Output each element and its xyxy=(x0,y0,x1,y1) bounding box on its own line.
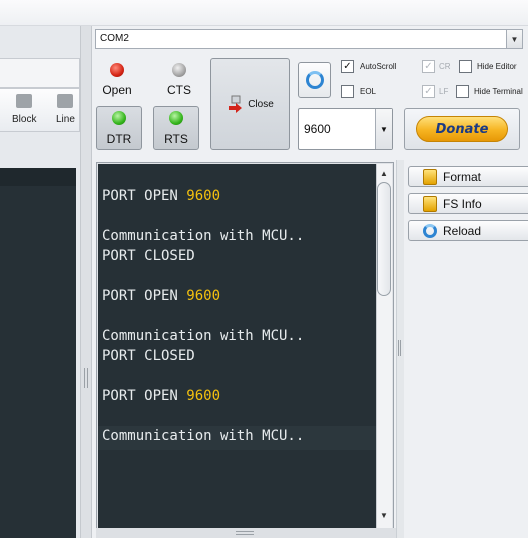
scroll-up-icon[interactable]: ▲ xyxy=(376,165,392,181)
serial-terminal[interactable]: PORT OPEN 9600 Communication with MCU.. PO… xyxy=(98,164,376,528)
terminal-line: PORT OPEN 9600 xyxy=(102,286,220,306)
baud-chevron-down-icon[interactable]: ▼ xyxy=(375,109,392,149)
baud-select[interactable]: 9600 ▼ xyxy=(298,108,393,150)
chevron-down-icon[interactable]: ▼ xyxy=(506,30,522,48)
scroll-down-icon[interactable]: ▼ xyxy=(376,507,392,523)
fs-info-label: FS Info xyxy=(443,196,482,211)
port-select-value: COM2 xyxy=(100,33,129,44)
lf-checkbox[interactable]: ✓ xyxy=(422,85,435,98)
format-label: Format xyxy=(443,169,482,184)
terminal-line: PORT CLOSED xyxy=(102,346,195,366)
rts-button[interactable]: RTS xyxy=(153,106,199,150)
terminal-baud-value: 9600 xyxy=(186,288,221,304)
pane-splitter[interactable] xyxy=(80,26,92,538)
bottom-splitter-grip-icon xyxy=(236,531,254,535)
lf-label: LF xyxy=(439,87,449,96)
terminal-scroll-thumb[interactable] xyxy=(377,182,391,296)
terminal-line-text: Communication with MCU.. xyxy=(102,428,305,444)
close-port-label: Close xyxy=(248,98,274,110)
rts-led-icon xyxy=(169,111,183,125)
format-button[interactable]: Format xyxy=(408,166,528,187)
terminal-line-text: PORT OPEN xyxy=(102,188,187,204)
block-button[interactable]: Block xyxy=(12,94,36,125)
eol-checkbox[interactable] xyxy=(341,85,354,98)
reload-button[interactable]: Reload xyxy=(408,220,528,241)
hide-terminal-checkbox[interactable] xyxy=(456,85,469,98)
autoscroll-checkbox[interactable]: ✓ xyxy=(341,60,354,73)
refresh-ports-button[interactable] xyxy=(298,62,331,98)
dtr-label: DTR xyxy=(106,132,132,146)
autoscroll-label: AutoScroll xyxy=(360,62,397,71)
format-icon xyxy=(423,168,437,185)
rts-label: RTS xyxy=(164,132,188,146)
cr-checkbox[interactable]: ✓ xyxy=(422,60,435,73)
line-button[interactable]: Line xyxy=(56,94,75,125)
block-button-label: Block xyxy=(12,114,37,125)
port-select[interactable]: COM2 ▼ xyxy=(95,29,523,49)
dtr-button[interactable]: DTR xyxy=(96,106,142,150)
editor-toolbar: Block Line xyxy=(0,88,80,132)
terminal-line: Communication with MCU.. xyxy=(102,326,304,346)
close-port-button[interactable]: Close xyxy=(210,58,290,150)
block-icon xyxy=(16,94,33,108)
terminal-line-text: PORT OPEN xyxy=(102,388,187,404)
code-editor[interactable] xyxy=(0,168,76,538)
cts-led-icon xyxy=(172,63,186,77)
right-splitter-grip-icon xyxy=(398,340,401,356)
editor-tab-strip xyxy=(0,58,80,88)
line-icon xyxy=(57,94,74,108)
hide-terminal-label: Hide Terminal xyxy=(474,87,523,96)
title-strip xyxy=(0,0,528,26)
terminal-line-text: PORT CLOSED xyxy=(102,348,195,364)
terminal-line-text: PORT OPEN xyxy=(102,288,187,304)
hide-editor-label: Hide Editor xyxy=(477,62,517,71)
terminal-line: PORT OPEN 9600 xyxy=(102,186,220,206)
terminal-line: Communication with MCU.. xyxy=(102,226,304,246)
terminal-line-text: PORT CLOSED xyxy=(102,248,195,264)
refresh-icon xyxy=(305,71,324,89)
hide-editor-checkbox[interactable] xyxy=(459,60,472,73)
eol-label: EOL xyxy=(360,87,377,96)
terminal-line: Communication with MCU.. xyxy=(102,426,304,446)
cts-label: CTS xyxy=(167,83,191,97)
line-button-label: Line xyxy=(56,114,75,125)
fs-info-icon xyxy=(423,195,437,212)
code-editor-gutter xyxy=(0,168,76,186)
open-led-icon xyxy=(110,63,124,77)
donate-button[interactable]: Donate xyxy=(404,108,520,150)
cr-label: CR xyxy=(439,62,451,71)
dtr-led-icon xyxy=(112,111,126,125)
fs-info-button[interactable]: FS Info xyxy=(408,193,528,214)
terminal-line: PORT CLOSED xyxy=(102,246,195,266)
terminal-line: PORT OPEN 9600 xyxy=(102,386,220,406)
plug-icon xyxy=(229,95,243,113)
terminal-baud-value: 9600 xyxy=(186,188,221,204)
terminal-line-text: Communication with MCU.. xyxy=(102,228,305,244)
terminal-baud-value: 9600 xyxy=(186,388,221,404)
baud-select-value: 9600 xyxy=(304,122,331,136)
splitter-grip-icon xyxy=(84,368,88,388)
reload-icon xyxy=(423,223,437,238)
open-label: Open xyxy=(102,83,132,97)
terminal-line-text: Communication with MCU.. xyxy=(102,328,305,344)
donate-label: Donate xyxy=(416,116,508,142)
reload-label: Reload xyxy=(443,223,482,238)
